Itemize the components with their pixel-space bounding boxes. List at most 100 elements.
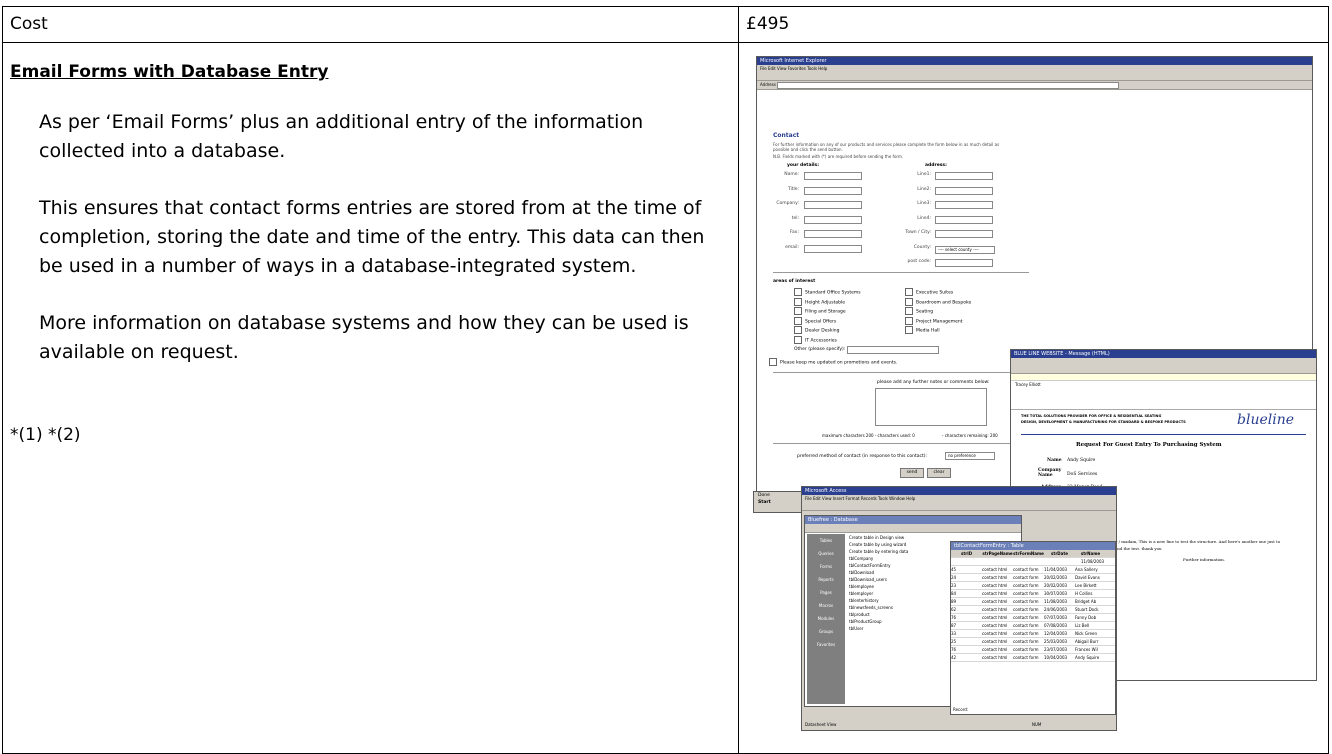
- table-row[interactable]: 76 contact html contact form 07/07/2003 Fann…: [951, 614, 1115, 622]
- email-tagline-2: DESIGN, DEVELOPMENT & MANUFACTURING FOR …: [1021, 420, 1186, 424]
- table-row[interactable]: 25 contact html contact form 25/03/2003 Abig…: [951, 638, 1115, 646]
- table-cell: contact html: [982, 591, 1008, 596]
- field-input[interactable]: [935, 230, 993, 238]
- field-input[interactable]: [804, 244, 862, 253]
- field-input[interactable]: [804, 186, 862, 195]
- area-checkbox[interactable]: [905, 316, 913, 325]
- field-input[interactable]: [935, 259, 993, 267]
- keep-updated[interactable]: Please keep me updated on promotions and…: [769, 358, 897, 367]
- db-objects-list: Tables Queries Forms Reports Pages Macros Modu…: [807, 534, 845, 651]
- db-table-item[interactable]: Create table in Design view: [849, 534, 1019, 541]
- field-input[interactable]: [935, 201, 993, 209]
- access-titlebar: Microsoft Access: [802, 487, 1116, 495]
- area-checkbox[interactable]: [905, 326, 913, 334]
- table-row[interactable]: 42 contact html contact form 10/04/2003 Andy…: [951, 654, 1115, 662]
- area-option[interactable]: Media Hall: [905, 326, 940, 335]
- preference-select[interactable]: no preference: [945, 452, 995, 460]
- column-header[interactable]: strID: [951, 550, 982, 557]
- field-input[interactable]: [935, 186, 993, 195]
- table-row[interactable]: 87 contact html contact form 07/08/2003 Liz …: [951, 622, 1115, 630]
- table-cell: contact html: [982, 647, 1008, 652]
- area-checkbox[interactable]: [794, 335, 802, 344]
- table-cell: 12/04/2003: [1044, 631, 1068, 636]
- table-cell: contact html: [982, 583, 1008, 588]
- field-input[interactable]: [935, 172, 993, 180]
- field-input[interactable]: [804, 201, 862, 209]
- clear-button[interactable]: clear: [927, 468, 951, 478]
- table-row[interactable]: 24 contact html contact form 20/02/2003 Davi…: [951, 574, 1115, 582]
- column-header[interactable]: strPageName: [982, 550, 1013, 557]
- db-object-item[interactable]: Modules: [807, 612, 845, 625]
- area-label: Seating: [916, 309, 934, 315]
- db-object-item[interactable]: Forms: [807, 560, 845, 573]
- area-option[interactable]: Filing and Storage: [794, 307, 846, 316]
- keep-updated-label: Please keep me updated on promotions and…: [780, 360, 898, 366]
- email-toolbar: [1011, 365, 1316, 374]
- db-object-item[interactable]: Favorites: [807, 638, 845, 651]
- area-option[interactable]: Standard Office Systems: [794, 288, 861, 297]
- area-option[interactable]: Special Offers: [794, 316, 836, 326]
- email-rule: [1021, 434, 1306, 435]
- area-label: Dealer Desking: [805, 328, 840, 334]
- area-checkbox[interactable]: [794, 297, 802, 306]
- table-row[interactable]: 45 contact html contact form 11/04/2003 Ana …: [951, 566, 1115, 574]
- field-input[interactable]: [935, 215, 993, 224]
- datasheet-header: strID strPageNamestrFormName strDate strNam…: [951, 550, 1115, 558]
- column-header[interactable]: strDate: [1044, 550, 1075, 557]
- email-titlebar: BLUE LINE WEBSITE - Message (HTML): [1011, 350, 1316, 358]
- table-cell: contact html: [982, 567, 1008, 572]
- area-label: Standard Office Systems: [805, 290, 861, 296]
- db-object-item[interactable]: Macros: [807, 599, 845, 612]
- column-header[interactable]: strFormName: [1013, 550, 1044, 557]
- section-heading: Email Forms with Database Entry: [10, 62, 329, 82]
- area-label: Boardroom and Bespoke: [916, 300, 972, 305]
- divider-3: [773, 443, 1029, 444]
- other-input[interactable]: [847, 346, 939, 354]
- field-input[interactable]: [804, 172, 862, 180]
- table-row[interactable]: 33 contact html contact form 12/04/2003 Nick…: [951, 630, 1115, 638]
- table-row[interactable]: 23 contact html contact form 20/02/2003 Lee …: [951, 582, 1115, 590]
- keep-updated-checkbox[interactable]: [769, 358, 777, 366]
- divider-2: [773, 372, 1029, 373]
- area-option[interactable]: IT Accessories: [794, 335, 837, 345]
- ie-titlebar: Microsoft Internet Explorer: [757, 57, 1312, 65]
- area-checkbox[interactable]: [905, 307, 913, 315]
- table-cell: 11/08/2003: [1044, 599, 1068, 604]
- datasheet-first-row: 11/08/2003: [951, 558, 1115, 566]
- field-input[interactable]: [804, 215, 862, 224]
- area-checkbox[interactable]: [905, 297, 913, 306]
- area-checkbox[interactable]: [794, 326, 802, 334]
- area-option[interactable]: Executive Suites: [905, 288, 953, 297]
- db-object-item[interactable]: Tables: [807, 534, 845, 547]
- record-nav[interactable]: Record:: [953, 706, 968, 713]
- table-cell: 24/06/2003: [1044, 607, 1068, 612]
- area-checkbox[interactable]: [794, 316, 802, 325]
- area-option[interactable]: Height Adjustable: [794, 297, 845, 307]
- table-row[interactable]: 89 contact html contact form 11/08/2003 Brid…: [951, 598, 1115, 606]
- paragraph-1: As per ‘Email Forms’ plus an additional …: [39, 111, 644, 162]
- area-checkbox[interactable]: [905, 288, 913, 296]
- area-option[interactable]: Dealer Desking: [794, 326, 839, 335]
- area-checkbox[interactable]: [794, 288, 802, 296]
- area-option[interactable]: Boardroom and Bespoke: [905, 297, 972, 307]
- db-object-item[interactable]: Queries: [807, 547, 845, 560]
- field-input[interactable]: [804, 230, 862, 238]
- email-brand: blueline: [1237, 412, 1294, 428]
- db-object-item[interactable]: Groups: [807, 625, 845, 638]
- table-row[interactable]: 62 contact html contact form 24/06/2003 Stua…: [951, 606, 1115, 614]
- db-objects-bar: Tables Queries Forms Reports Pages Macros Modu…: [807, 534, 845, 704]
- table-row[interactable]: 84 contact html contact form 30/07/2003 H Co…: [951, 590, 1115, 598]
- area-option[interactable]: Seating: [905, 307, 933, 316]
- db-object-item[interactable]: Pages: [807, 586, 845, 599]
- ie-address-input[interactable]: [777, 81, 1120, 89]
- table-row[interactable]: 76 contact html contact form 23/07/2003 Fran…: [951, 646, 1115, 654]
- db-object-item[interactable]: Reports: [807, 573, 845, 586]
- area-option[interactable]: Project Management: [905, 316, 962, 326]
- email-from: Tracey Elliott: [1011, 381, 1316, 410]
- table-cell: 76: [951, 647, 957, 652]
- send-button[interactable]: send: [900, 468, 924, 478]
- county-select[interactable]: ---- select county ----: [935, 246, 995, 254]
- notes-textarea[interactable]: [875, 388, 987, 426]
- column-header[interactable]: strName: [1075, 550, 1106, 557]
- area-checkbox[interactable]: [794, 307, 802, 315]
